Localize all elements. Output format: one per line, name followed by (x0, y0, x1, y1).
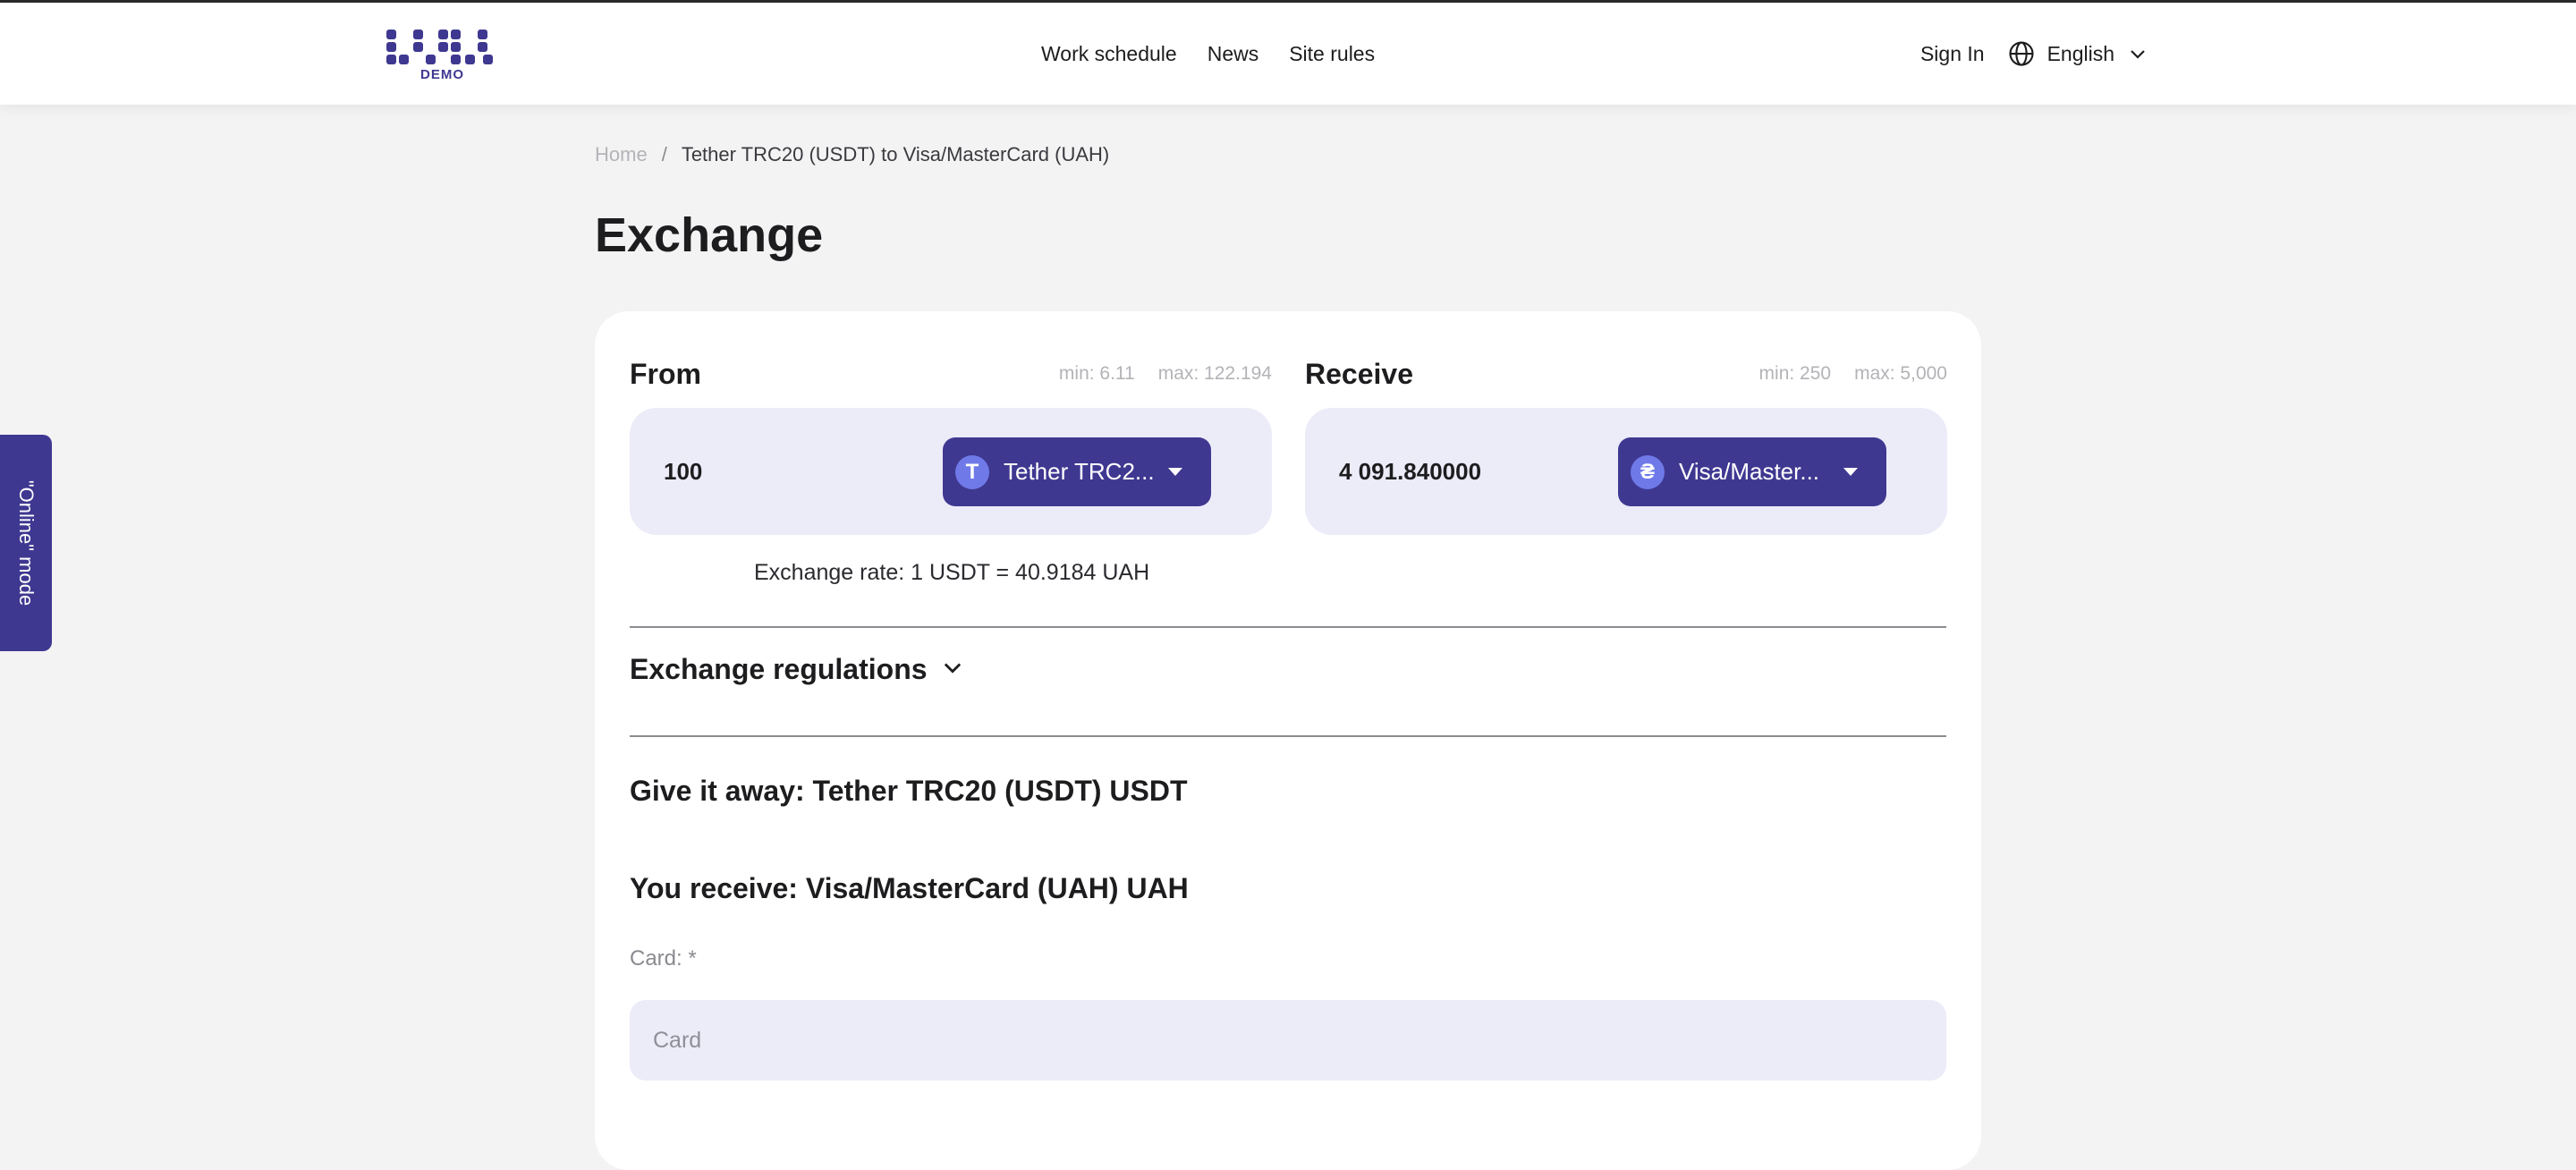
from-currency-name: Tether TRC2... (1004, 458, 1155, 485)
card-field-label: Card: * (630, 946, 697, 971)
from-max: max: 122.194 (1157, 363, 1272, 384)
main-nav: Work schedule News Site rules (1041, 3, 1375, 105)
breadcrumb-current: Tether TRC20 (USDT) to Visa/MasterCard (… (681, 143, 1110, 165)
nav-site-rules[interactable]: Site rules (1289, 42, 1375, 66)
from-currency-select[interactable]: T Tether TRC2... (943, 437, 1211, 506)
receive-label: Receive (1305, 358, 1413, 390)
divider (630, 735, 1946, 737)
you-receive-heading: You receive: Visa/MasterCard (UAH) UAH (630, 872, 1189, 904)
exchange-regulations-toggle[interactable]: Exchange regulations (630, 653, 965, 686)
divider (630, 626, 1946, 628)
online-mode-label: "Online" mode (15, 479, 38, 606)
nav-work-schedule[interactable]: Work schedule (1041, 42, 1177, 66)
sign-in-link[interactable]: Sign In (1920, 42, 1985, 66)
exchange-rate: Exchange rate: 1 USDT = 40.9184 UAH (754, 560, 1150, 585)
chevron-down-icon (2127, 43, 2148, 64)
receive-currency-select[interactable]: ₴ Visa/Master... (1618, 437, 1886, 506)
receive-currency-name: Visa/Master... (1679, 458, 1820, 485)
tether-icon: T (955, 454, 989, 489)
give-away-heading: Give it away: Tether TRC20 (USDT) USDT (630, 775, 1188, 807)
from-limits: min: 6.11 max: 122.194 (1059, 363, 1272, 385)
logo-demo-text: DEMO (420, 67, 464, 82)
caret-down-icon (1168, 468, 1182, 476)
caret-down-icon (1843, 468, 1858, 476)
from-label: From (630, 358, 701, 390)
site-logo[interactable]: DEMO (385, 28, 496, 83)
page-title: Exchange (595, 208, 824, 262)
header-actions: Sign In English (1920, 3, 2148, 105)
hryvnia-icon: ₴ (1631, 454, 1665, 489)
breadcrumb-home[interactable]: Home (595, 143, 648, 166)
receive-amount-input[interactable]: 4 091.840000 (1339, 408, 1589, 535)
receive-max: max: 5,000 (1854, 363, 1947, 384)
receive-min: min: 250 (1758, 363, 1832, 384)
receive-amount-box: 4 091.840000 ₴ Visa/Master... (1305, 408, 1947, 535)
online-mode-tab[interactable]: "Online" mode (0, 435, 52, 651)
card-input[interactable] (630, 1000, 1946, 1081)
exchange-regulations-label: Exchange regulations (630, 653, 928, 685)
breadcrumb: Home / Tether TRC20 (USDT) to Visa/Maste… (595, 143, 1109, 166)
from-amount-box: 100 T Tether TRC2... (630, 408, 1272, 535)
language-label: English (2046, 41, 2114, 65)
site-header: DEMO Work schedule News Site rules Sign … (0, 3, 2576, 105)
chevron-down-icon (940, 655, 965, 684)
breadcrumb-separator: / (661, 143, 667, 165)
receive-limits: min: 250 max: 5,000 (1759, 363, 1947, 385)
from-amount-input[interactable]: 100 (664, 408, 914, 535)
language-selector[interactable]: English (2008, 40, 2148, 67)
nav-news[interactable]: News (1208, 42, 1259, 66)
globe-icon (2008, 40, 2035, 67)
exchange-card: From min: 6.11 max: 122.194 100 T Tether… (595, 311, 1981, 1170)
from-min: min: 6.11 (1058, 363, 1135, 384)
